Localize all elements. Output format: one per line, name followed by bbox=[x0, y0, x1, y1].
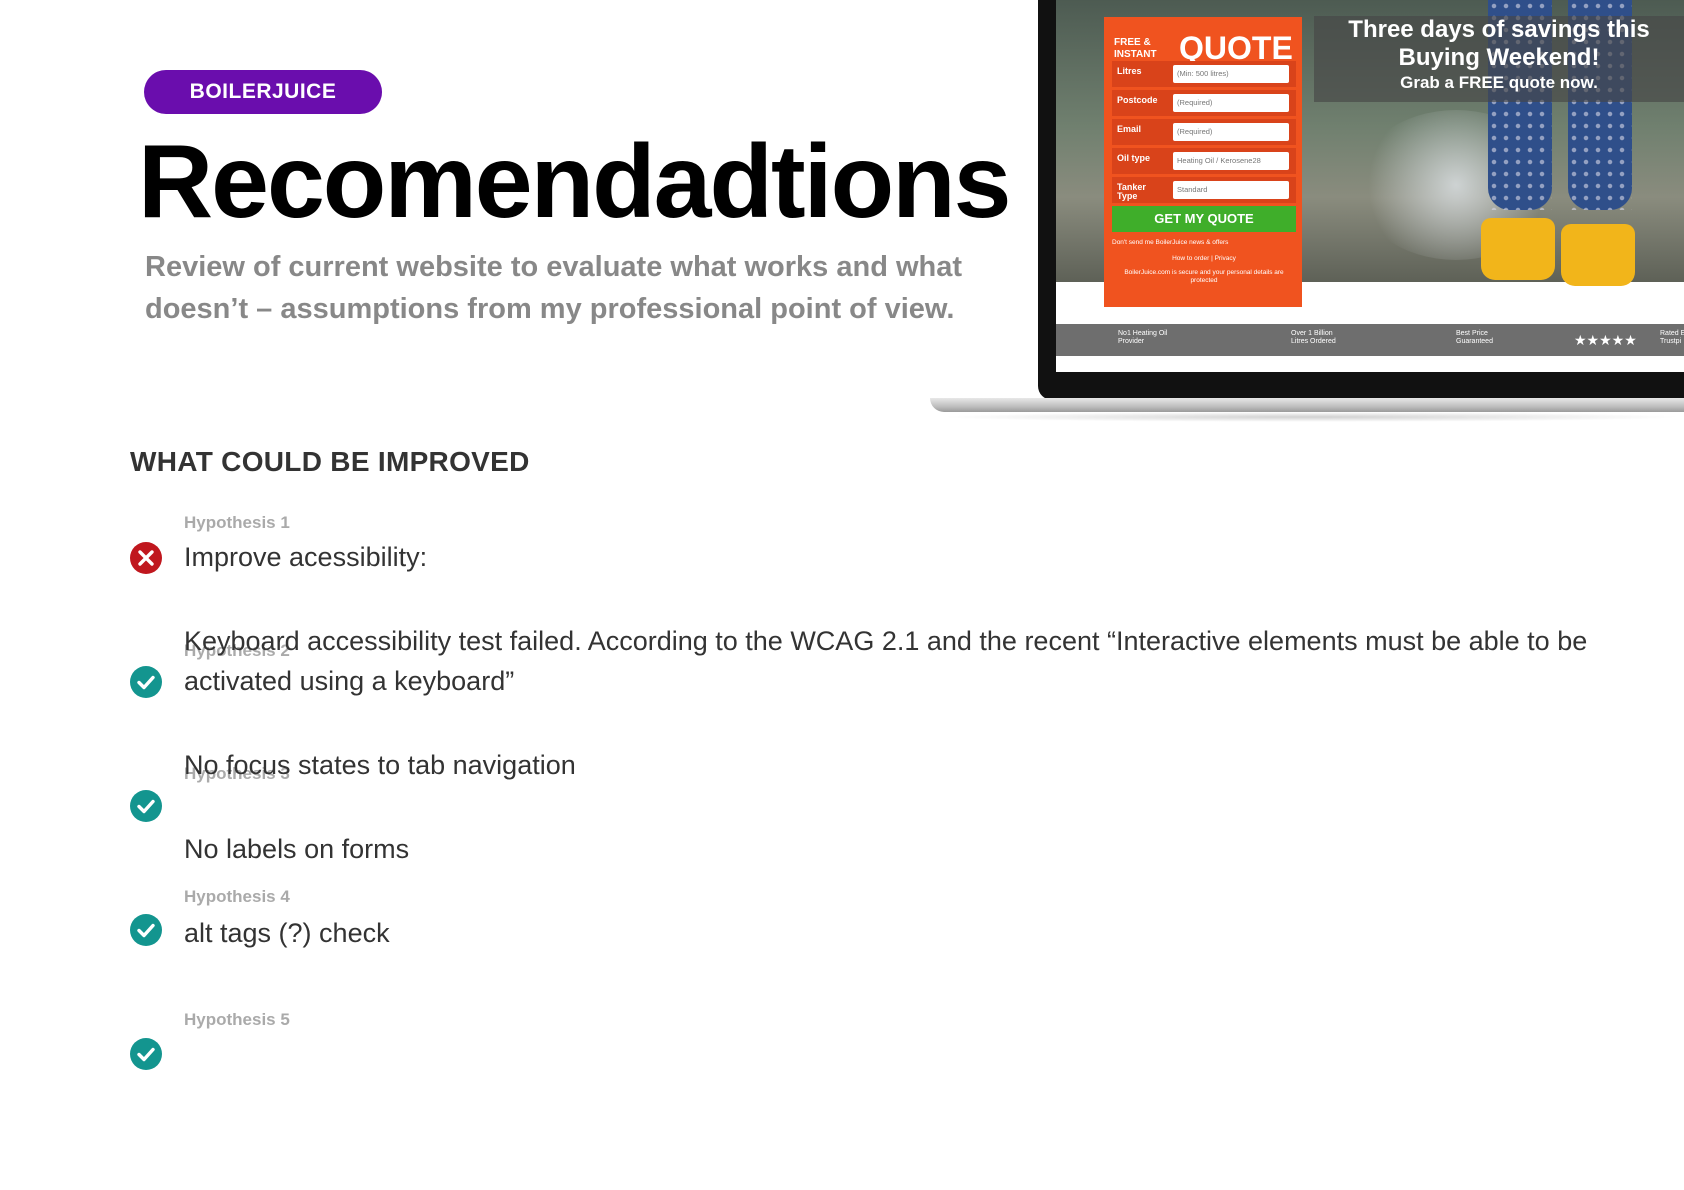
laptop-base bbox=[930, 398, 1684, 412]
litres-row: Litres (Min: 500 litres) bbox=[1112, 61, 1296, 87]
hypothesis-5-label: Hypothesis 5 bbox=[184, 1010, 290, 1029]
promo-line-3: Grab a FREE quote now. bbox=[1400, 73, 1598, 92]
body-line-2: Keyboard accessibility test failed. Acco… bbox=[184, 626, 1588, 656]
email-input[interactable]: (Required) bbox=[1173, 123, 1289, 141]
section-heading: WHAT COULD BE IMPROVED bbox=[130, 446, 530, 477]
trust-item-litres: Over 1 Billion Litres Ordered bbox=[1291, 330, 1336, 345]
email-row: Email (Required) bbox=[1112, 119, 1296, 145]
quote-header: FREE & INSTANT QUOTE bbox=[1114, 27, 1294, 66]
oil-type-row: Oil type Heating Oil / Kerosene28 bbox=[1112, 148, 1296, 174]
promo-line-2: Buying Weekend! bbox=[1398, 44, 1600, 71]
laptop-mockup: Three days of savings this Buying Weeken… bbox=[930, 0, 1684, 422]
postcode-row: Postcode (Required) bbox=[1112, 90, 1296, 116]
oil-type-label: Oil type bbox=[1117, 153, 1151, 163]
trust-item-provider: No1 Heating Oil Provider bbox=[1118, 330, 1168, 345]
check-circle-icon bbox=[130, 666, 162, 698]
postcode-input[interactable]: (Required) bbox=[1173, 94, 1289, 112]
trust-bar: No1 Heating Oil Provider Over 1 Billion … bbox=[1056, 324, 1684, 356]
x-circle-icon bbox=[130, 542, 162, 574]
brand-badge: BOILERJUICE bbox=[144, 70, 382, 114]
hypothesis-4-label: Hypothesis 4 bbox=[184, 887, 290, 906]
page-subtitle: Review of current website to evaluate wh… bbox=[145, 251, 963, 325]
check-circle-icon bbox=[130, 914, 162, 946]
optout-checkbox-label[interactable]: Don't send me BoilerJuice news & offers bbox=[1112, 239, 1296, 247]
litres-input[interactable]: (Min: 500 litres) bbox=[1173, 65, 1289, 83]
postcode-label: Postcode bbox=[1117, 95, 1158, 105]
check-circle-icon bbox=[130, 1038, 162, 1070]
litres-label: Litres bbox=[1117, 66, 1142, 76]
quote-subheading: FREE & INSTANT bbox=[1114, 37, 1157, 60]
body-line-6: alt tags (?) check bbox=[184, 918, 390, 948]
body-line-5: No labels on forms bbox=[184, 834, 410, 864]
email-label: Email bbox=[1117, 124, 1142, 134]
tanker-type-row: Tanker Type Standard bbox=[1112, 177, 1296, 203]
tanker-type-label: Tanker Type bbox=[1117, 182, 1146, 201]
trust-item-rated: Rated E Trustpi bbox=[1660, 330, 1684, 345]
yellow-boot-left-image bbox=[1481, 218, 1555, 280]
tanker-type-select[interactable]: Standard bbox=[1173, 181, 1289, 199]
hypothesis-1-label: Hypothesis 1 bbox=[184, 513, 290, 532]
website-screenshot: Three days of savings this Buying Weeken… bbox=[1056, 0, 1684, 372]
body-line-1: Improve acessibility: bbox=[184, 542, 428, 572]
yellow-boot-right-image bbox=[1561, 224, 1635, 286]
promo-banner: Three days of savings this Buying Weeken… bbox=[1314, 16, 1684, 102]
oil-type-select[interactable]: Heating Oil / Kerosene28 bbox=[1173, 152, 1289, 170]
quote-form: FREE & INSTANT QUOTE Litres (Min: 500 li… bbox=[1104, 17, 1302, 307]
secure-note: BoilerJuice.com is secure and your perso… bbox=[1124, 269, 1284, 284]
promo-line-1: Three days of savings this bbox=[1348, 16, 1650, 43]
body-line-4: No focus states to tab navigation bbox=[184, 750, 576, 780]
check-circle-icon bbox=[130, 790, 162, 822]
get-my-quote-button[interactable]: GET MY QUOTE bbox=[1112, 206, 1296, 232]
page-title: Recomendadtions bbox=[138, 124, 1011, 240]
body-line-3: activated using a keyboard” bbox=[184, 666, 515, 696]
trust-item-price: Best Price Guaranteed bbox=[1456, 330, 1493, 345]
laptop-shadow bbox=[938, 412, 1684, 422]
star-rating-icon: ★★★★★ bbox=[1574, 332, 1637, 348]
order-privacy-links[interactable]: How to order | Privacy bbox=[1112, 255, 1296, 263]
